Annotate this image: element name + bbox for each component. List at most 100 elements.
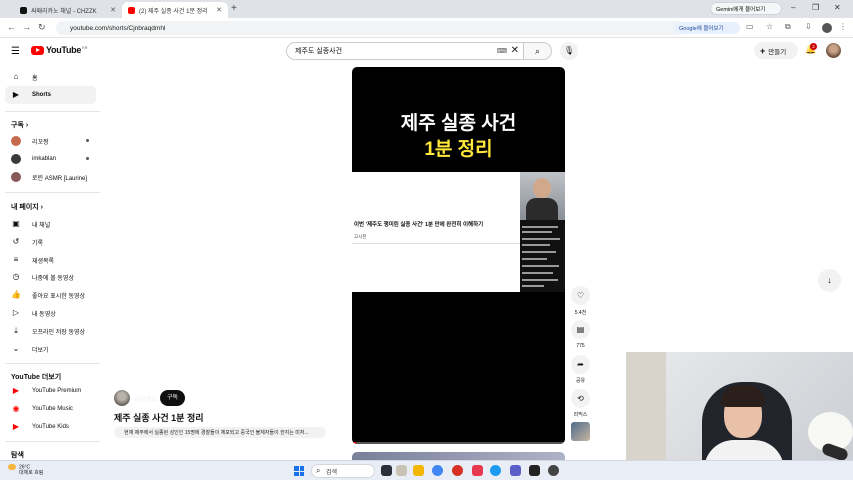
minimize-icon[interactable]: –: [791, 3, 795, 12]
share-button[interactable]: ➦: [571, 355, 590, 374]
browser-profile-avatar[interactable]: [822, 23, 832, 33]
search-icon: ⌕: [534, 46, 541, 56]
windows-start-button[interactable]: [294, 466, 304, 476]
remix-button[interactable]: ⟲: [571, 389, 590, 408]
sidebar-item-youtube-premium[interactable]: ▶ YouTube Premium: [5, 382, 96, 400]
my-videos-icon: ▷: [12, 308, 20, 317]
chat-line: [522, 285, 544, 287]
terminal-icon[interactable]: [529, 465, 540, 476]
my-page-header[interactable]: 내 페이지 ›: [11, 202, 43, 212]
next-short-button[interactable]: ↓: [818, 269, 841, 292]
tab-close-icon[interactable]: ✕: [110, 6, 116, 14]
new-tab-button[interactable]: +: [231, 3, 237, 14]
sidebar-item-history[interactable]: ↺ 기록: [5, 233, 96, 251]
google-ask-button[interactable]: Google에 물어보기: [674, 22, 740, 34]
sidebar-item-youtube-music[interactable]: ◉ YouTube Music: [5, 400, 96, 418]
reload-icon[interactable]: ↻: [38, 22, 46, 33]
sidebar-item-subscription[interactable]: 로린 ASMR [Laurine]: [5, 168, 96, 186]
sidebar-item-subscription[interactable]: imkablan: [5, 150, 96, 168]
downloads-icon[interactable]: ⇩: [805, 22, 812, 31]
video-progress-fill: [352, 442, 357, 444]
subscriptions-header[interactable]: 구독 ›: [11, 120, 28, 130]
sidebar: ⌂ 홈 ▶ Shorts 구독 › 리꼬짱 imkablan 로린 ASMR […: [0, 64, 102, 460]
sidebar-item-youtube-kids[interactable]: ▶ YouTube Kids: [5, 418, 96, 436]
gemini-label: Gemini에게 물어보기: [716, 6, 766, 13]
comments-button[interactable]: ▤: [571, 320, 590, 339]
obs-icon[interactable]: [548, 465, 559, 476]
gemini-button[interactable]: Gemini에게 물어보기: [710, 2, 782, 15]
search-value: 제주도 실종사건: [295, 48, 343, 55]
sidebar-item-label: YouTube Music: [32, 406, 73, 412]
browser-menu-icon[interactable]: ⋮: [839, 22, 847, 31]
bookmark-star-icon[interactable]: ☆: [766, 22, 773, 31]
sidebar-item-my-videos[interactable]: ▷ 내 동영상: [5, 304, 96, 322]
sidebar-item-label: 내 동영상: [32, 311, 56, 318]
sidebar-item-shorts[interactable]: ▶ Shorts: [5, 86, 96, 104]
chrome-icon[interactable]: [432, 465, 443, 476]
sound-thumbnail[interactable]: [571, 422, 590, 441]
clip-sub-caption: 고시천: [354, 234, 367, 239]
sidebar-item-my-channel[interactable]: ▣ 내 채널: [5, 215, 96, 233]
like-button[interactable]: ♡: [571, 286, 590, 305]
tab-title: 싸패리카노 채널 - CHZZK: [31, 8, 97, 15]
tab-close-icon[interactable]: ✕: [216, 6, 222, 14]
new-content-dot: [86, 139, 89, 142]
app-purple-icon[interactable]: [510, 465, 521, 476]
forward-icon[interactable]: →: [22, 22, 31, 32]
app-game-icon[interactable]: [381, 465, 392, 476]
browser-tab-chzzk[interactable]: 싸패리카노 채널 - CHZZK ✕: [14, 2, 122, 18]
more-header-label: YouTube 더보기: [11, 374, 62, 381]
google-ask-label: Google에 물어보기: [679, 26, 724, 32]
windows-taskbar: 26°C 대체로 흐림 검색: [0, 460, 853, 480]
browser-tab-youtube[interactable]: (2) 제주 실종 사건 1분 정리 ✕: [122, 2, 228, 18]
app-red-icon[interactable]: [472, 465, 483, 476]
app-blue-icon[interactable]: [490, 465, 501, 476]
sidebar-item-label: 리꼬짱: [32, 139, 49, 146]
channel-handle[interactable]: @김종표: [134, 394, 157, 403]
start-logo-tile: [294, 471, 299, 476]
video-progress-bar[interactable]: [352, 442, 565, 444]
subscribe-button[interactable]: 구독: [160, 390, 185, 406]
sidebar-item-downloads[interactable]: ⤓ 오프라인 저장 동영상: [5, 322, 96, 340]
account-avatar[interactable]: [826, 43, 841, 58]
comment-icon: ▤: [576, 325, 585, 334]
sidebar-item-watch-later[interactable]: ◷ 나중에 볼 동영상: [5, 268, 96, 286]
create-button[interactable]: + 만들기: [754, 42, 798, 59]
maximize-icon[interactable]: ❐: [812, 3, 819, 12]
close-window-icon[interactable]: ✕: [834, 3, 841, 12]
file-explorer-icon[interactable]: [413, 465, 424, 476]
divider: [5, 441, 100, 442]
clear-search-icon[interactable]: ✕: [511, 45, 519, 56]
youtube-logo[interactable]: YouTube KR: [31, 45, 88, 55]
sidebar-item-label: YouTube Kids: [32, 424, 69, 430]
sidebar-item-home[interactable]: ⌂ 홈: [5, 68, 96, 86]
search-input[interactable]: 제주도 실종사건 ⌨ ✕: [286, 42, 524, 60]
search-button[interactable]: ⌕: [524, 42, 552, 60]
task-view-icon[interactable]: [396, 465, 407, 476]
logo-text: YouTube: [46, 45, 82, 55]
voice-search-button[interactable]: 🎙: [560, 42, 578, 60]
extensions-icon[interactable]: ⧉: [785, 22, 791, 32]
screen-share-icon[interactable]: ▭: [746, 22, 754, 31]
sidebar-item-subscription[interactable]: 리꼬짱: [5, 132, 96, 150]
keyboard-icon[interactable]: ⌨: [497, 47, 507, 55]
back-icon[interactable]: ←: [7, 22, 16, 32]
menu-hamburger-icon[interactable]: ☰: [11, 46, 20, 57]
short-description[interactable]: 현재 제주에서 실종된 성인인 15명에 경찰들이 체포되고 중국인 불체자들이…: [114, 427, 326, 438]
remix-icon: ⟲: [577, 394, 584, 403]
person-hair: [721, 385, 765, 407]
weather-widget[interactable]: 26°C 대체로 흐림: [8, 464, 43, 476]
youtube-play-icon: [31, 45, 44, 55]
sidebar-item-liked[interactable]: 👍 좋아요 표시한 동영상: [5, 286, 96, 304]
shorts-video-player[interactable]: 제주 실종 사건 1분 정리 이번 '제주도 쟁미린 실종 사건' 1분 만에 …: [352, 67, 565, 444]
address-bar[interactable]: youtube.com/shorts/Cjnbraqdmhl: [56, 21, 686, 35]
taskbar-search-input[interactable]: 검색: [311, 464, 375, 478]
recorder-icon[interactable]: [452, 465, 463, 476]
explore-header: 탐색: [11, 450, 24, 460]
sidebar-item-show-more[interactable]: ⌄ 더보기: [5, 340, 96, 358]
streamer-body: [526, 198, 558, 220]
embedded-stream-clip: 이번 '제주도 쟁미린 실종 사건' 1분 만에 완전히 이해하기 고시천: [352, 172, 565, 292]
short-title: 제주 실종 사건 1분 정리: [114, 413, 204, 423]
sidebar-item-playlists[interactable]: ≡ 재생목록: [5, 251, 96, 269]
channel-avatar[interactable]: [114, 390, 130, 406]
